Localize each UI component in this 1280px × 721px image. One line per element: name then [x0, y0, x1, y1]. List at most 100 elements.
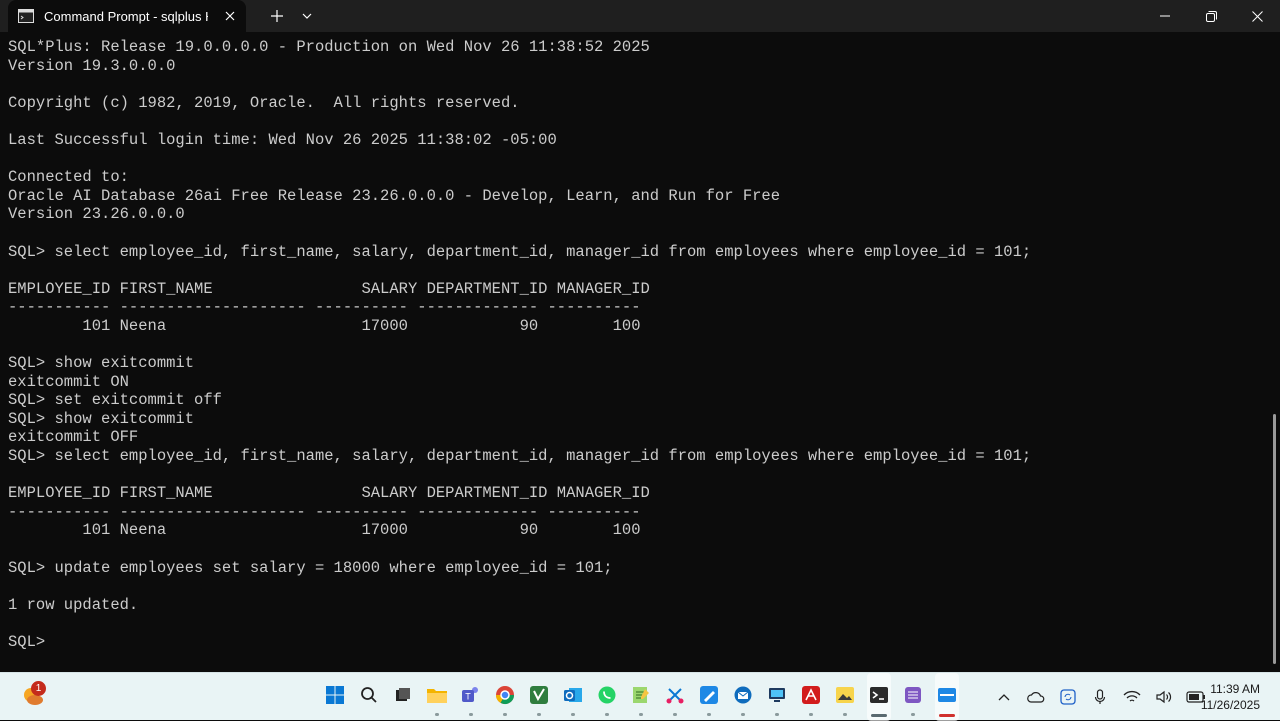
restore-button[interactable] [1188, 0, 1234, 32]
terminal-line: exitcommit ON [8, 372, 129, 391]
running-indicator [537, 713, 541, 716]
taskbar-app-whatsapp[interactable] [595, 673, 619, 721]
taskbar-app-snipping-tool[interactable] [663, 673, 687, 721]
taskbar-app-paint[interactable] [697, 673, 721, 721]
close-icon [1251, 10, 1263, 22]
taskbar-app-file-explorer[interactable] [425, 673, 449, 721]
new-tab-button[interactable] [262, 0, 292, 32]
restore-icon [1205, 10, 1217, 22]
taskbar-app-notepad-plus-plus[interactable] [629, 673, 653, 721]
sync-icon[interactable] [1057, 686, 1079, 708]
terminal-line: Connected to: [8, 168, 129, 187]
terminal-line: SQL> update employees set salary = 18000… [8, 558, 613, 577]
system-clock[interactable]: 11:39 AM 11/26/2025 [1201, 681, 1260, 713]
taskbar-app-chrome[interactable] [493, 673, 517, 721]
terminal-scrollbar[interactable] [1273, 414, 1276, 664]
terminal-output[interactable]: SQL*Plus: Release 19.0.0.0.0 - Productio… [0, 32, 1268, 672]
close-tab-icon[interactable] [220, 6, 240, 26]
chevron-up-icon[interactable] [993, 686, 1015, 708]
terminal-line: SQL> set exitcommit off [8, 391, 222, 410]
close-button[interactable] [1234, 0, 1280, 32]
search-icon [360, 686, 378, 709]
photos-icon [835, 685, 855, 710]
tab-command-prompt[interactable]: Command Prompt - sqlplus H [8, 0, 246, 32]
terminal-line: EMPLOYEE_ID FIRST_NAME SALARY DEPARTMENT… [8, 484, 650, 503]
terminal-line: SQL> show exitcommit [8, 354, 195, 373]
notepad-plus-plus-icon [631, 685, 651, 710]
terminal-line: SQL> [8, 633, 55, 651]
terminal-line: 101 Neena 17000 90 100 [8, 521, 641, 540]
running-indicator [435, 713, 439, 716]
chrome-icon [495, 685, 515, 710]
terminal-line: ----------- -------------------- -------… [8, 298, 641, 317]
terminal-line: 1 row updated. [8, 595, 139, 614]
running-indicator [571, 713, 575, 716]
dbeaver-icon [903, 685, 923, 710]
terminal-line: Version 23.26.0.0.0 [8, 205, 185, 224]
taskbar-app-sql-developer[interactable] [935, 673, 959, 721]
terminal-line: Last Successful login time: Wed Nov 26 2… [8, 130, 557, 149]
taskbar-app-visual-studio[interactable] [527, 673, 551, 721]
taskbar-app-remote-desktop[interactable] [765, 673, 789, 721]
terminal-line: SQL> select employee_id, first_name, sal… [8, 447, 1032, 466]
minimize-icon [1160, 15, 1170, 17]
windows-start-icon [325, 685, 345, 710]
running-indicator [639, 713, 643, 716]
running-indicator [911, 713, 915, 716]
tab-dropdown-button[interactable] [292, 0, 322, 32]
taskbar-app-acrobat[interactable] [799, 673, 823, 721]
running-indicator [469, 713, 473, 716]
running-indicator [673, 713, 677, 716]
taskbar-app-teams[interactable]: T [459, 673, 483, 721]
wifi-icon[interactable] [1121, 686, 1143, 708]
chevron-down-icon [302, 13, 312, 19]
sql-developer-icon [937, 685, 957, 710]
terminal-line: 101 Neena 17000 90 100 [8, 316, 641, 335]
task-view-icon [394, 686, 412, 709]
terminal-line: ----------- -------------------- -------… [8, 502, 641, 521]
taskbar-app-outlook[interactable] [561, 673, 585, 721]
taskbar-apps: T [318, 673, 964, 721]
onedrive-icon[interactable] [1025, 686, 1047, 708]
terminal-line: SQL> show exitcommit [8, 409, 195, 428]
outlook-icon [563, 685, 583, 710]
taskbar-app-photos[interactable] [833, 673, 857, 721]
teams-icon: T [460, 685, 482, 710]
running-indicator [605, 713, 609, 716]
svg-text:T: T [465, 691, 471, 701]
taskbar-app-terminal[interactable] [867, 673, 891, 721]
acrobat-icon [801, 685, 821, 710]
microphone-icon[interactable] [1089, 686, 1111, 708]
volume-icon[interactable] [1153, 686, 1175, 708]
command-prompt-icon [18, 8, 34, 24]
running-indicator [707, 713, 711, 716]
minimize-button[interactable] [1142, 0, 1188, 32]
running-indicator [741, 713, 745, 716]
taskbar-app-search[interactable] [357, 673, 381, 721]
terminal-line: Copyright (c) 1982, 2019, Oracle. All ri… [8, 93, 520, 112]
taskbar-app-task-view[interactable] [391, 673, 415, 721]
visual-studio-icon [529, 685, 549, 710]
clock-time: 11:39 AM [1210, 682, 1260, 696]
terminal-line: exitcommit OFF [8, 428, 139, 447]
outlook-mail-icon [733, 685, 753, 710]
taskbar-app-dbeaver[interactable] [901, 673, 925, 721]
terminal-line: Version 19.3.0.0.0 [8, 56, 176, 75]
taskbar-app-windows-start[interactable] [323, 673, 347, 721]
running-indicator [843, 713, 847, 716]
running-indicator [809, 713, 813, 716]
terminal-line: Oracle AI Database 26ai Free Release 23.… [8, 186, 781, 205]
taskbar-app-outlook-mail[interactable] [731, 673, 755, 721]
snipping-tool-icon [665, 685, 685, 710]
clock-date: 11/26/2025 [1200, 698, 1260, 712]
plus-icon [271, 10, 283, 22]
terminal-icon [869, 686, 889, 709]
